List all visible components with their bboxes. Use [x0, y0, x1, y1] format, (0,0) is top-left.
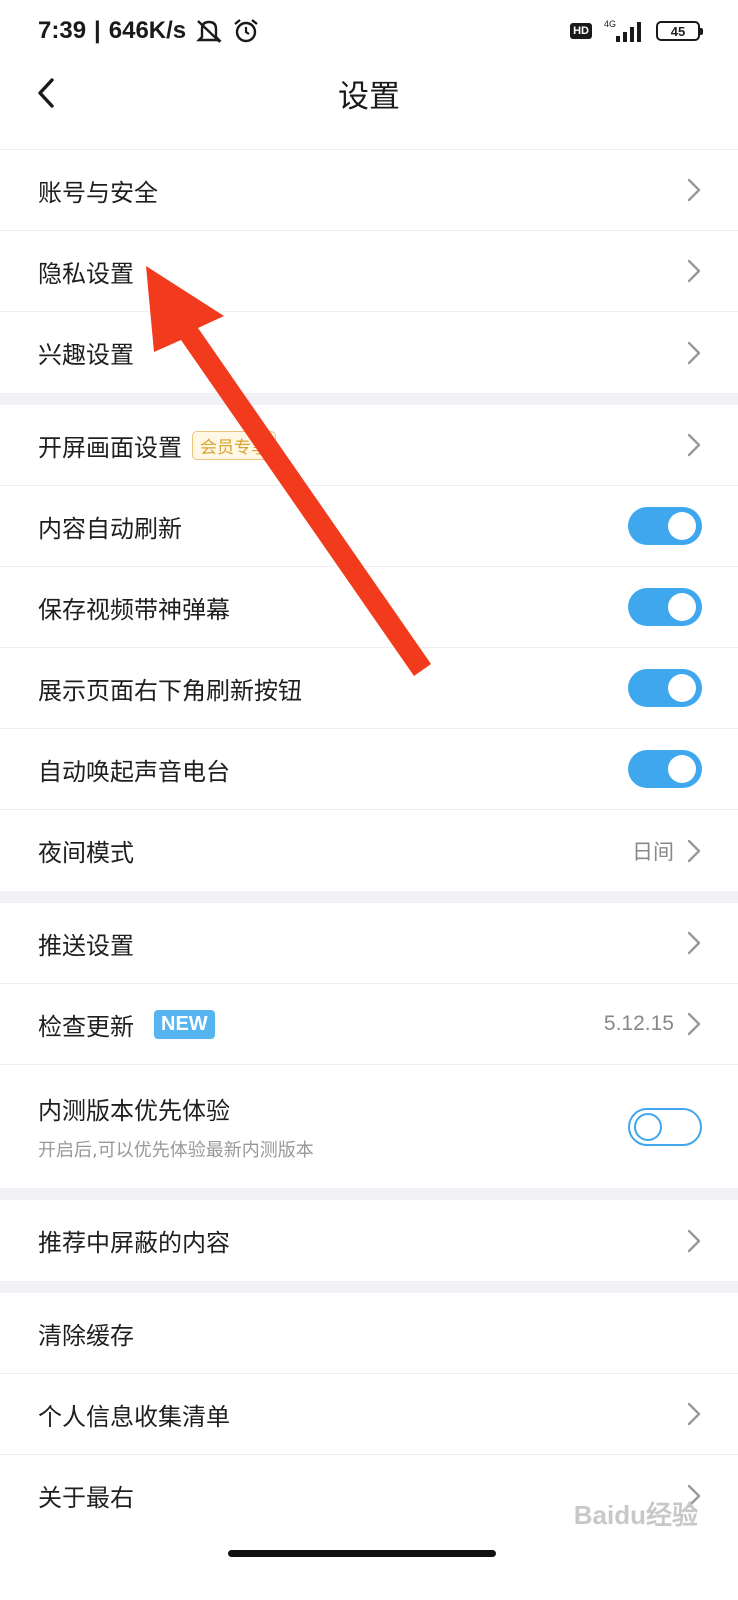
beta-text: 内测版本优先体验 开启后,可以优先体验最新内测版本	[38, 1091, 628, 1162]
network-label: 4G	[604, 19, 616, 29]
row-account-security[interactable]: 账号与安全	[0, 150, 738, 231]
section-gap	[0, 891, 738, 903]
section-updates: 推送设置 检查更新 NEW 5.12.15 内测版本优先体验 开启后,可以优先体…	[0, 903, 738, 1188]
show-refresh-toggle[interactable]	[628, 669, 702, 707]
battery-level: 45	[670, 23, 686, 39]
row-beta-program: 内测版本优先体验 开启后,可以优先体验最新内测版本	[0, 1065, 738, 1188]
section-blocked: 推荐中屏蔽的内容	[0, 1200, 738, 1281]
row-label: 内测版本优先体验	[38, 1097, 230, 1125]
row-label: 开屏画面设置	[38, 433, 182, 462]
night-mode-value: 日间	[632, 840, 674, 864]
row-label: 隐私设置	[38, 259, 134, 288]
status-left: 7:39 | 646K/s	[38, 17, 260, 45]
chevron-right-icon	[687, 1012, 701, 1036]
home-indicator[interactable]	[228, 1550, 496, 1557]
chevron-right-icon	[687, 839, 701, 862]
chevron-right-icon	[687, 1229, 701, 1252]
row-auto-radio: 自动唤起声音电台	[0, 729, 738, 810]
row-interest-settings[interactable]: 兴趣设置	[0, 312, 738, 393]
row-auto-refresh: 内容自动刷新	[0, 486, 738, 567]
nav-header: 设置	[0, 62, 738, 124]
auto-refresh-toggle[interactable]	[628, 507, 702, 545]
row-label: 兴趣设置	[38, 341, 134, 369]
status-right: HD 4G 45	[570, 18, 703, 44]
chevron-right-icon	[687, 178, 701, 202]
new-badge: NEW	[154, 1009, 215, 1039]
version-value: 5.12.15	[603, 1012, 674, 1035]
row-label: 清除缓存	[38, 1321, 134, 1350]
baidu-watermark: Baidu经验	[573, 1500, 698, 1530]
status-divider: |	[94, 17, 101, 44]
header-spacer	[0, 124, 738, 150]
hd-badge: HD	[570, 23, 592, 39]
row-label: 检查更新	[38, 1012, 134, 1041]
auto-radio-toggle[interactable]	[628, 750, 702, 788]
row-label: 内容自动刷新	[38, 514, 182, 543]
section-gap	[0, 1281, 738, 1293]
chevron-right-icon	[687, 433, 701, 457]
chevron-right-icon	[687, 259, 701, 283]
chevron-right-icon	[687, 341, 701, 364]
status-bar: 7:39 | 646K/s HD 4G 45	[0, 0, 738, 62]
chevron-right-icon	[687, 1402, 701, 1426]
row-personal-info-list[interactable]: 个人信息收集清单	[0, 1374, 738, 1455]
status-time: 7:39	[38, 17, 87, 44]
row-label: 保存视频带神弹幕	[38, 595, 230, 624]
section-account: 账号与安全 隐私设置 兴趣设置	[0, 150, 738, 393]
row-label: 推送设置	[38, 931, 134, 960]
row-save-danmaku: 保存视频带神弹幕	[0, 567, 738, 648]
save-danmaku-toggle[interactable]	[628, 588, 702, 626]
row-privacy-settings[interactable]: 隐私设置	[0, 231, 738, 312]
row-label: 自动唤起声音电台	[38, 757, 230, 786]
row-label: 展示页面右下角刷新按钮	[38, 676, 302, 705]
row-clear-cache[interactable]: 清除缓存	[0, 1293, 738, 1374]
row-push-settings[interactable]: 推送设置	[0, 903, 738, 984]
section-display: 开屏画面设置 会员专享 内容自动刷新 保存视频带神弹幕 展示页面右下角刷新按钮 …	[0, 405, 738, 891]
section-gap	[0, 393, 738, 405]
chevron-right-icon	[687, 931, 701, 955]
row-label: 夜间模式	[38, 839, 134, 867]
row-night-mode[interactable]: 夜间模式 日间	[0, 810, 738, 891]
signal-icon: 4G	[604, 19, 641, 42]
row-label: 账号与安全	[38, 178, 158, 207]
row-label: 推荐中屏蔽的内容	[38, 1229, 230, 1257]
row-splash-settings[interactable]: 开屏画面设置 会员专享	[0, 405, 738, 486]
vip-badge: 会员专享	[192, 430, 276, 460]
row-check-update[interactable]: 检查更新 NEW 5.12.15	[0, 984, 738, 1065]
status-speed: 646K/s	[108, 17, 187, 44]
alarm-icon	[234, 19, 258, 43]
mute-icon	[196, 20, 223, 43]
row-blocked-content[interactable]: 推荐中屏蔽的内容	[0, 1200, 738, 1281]
row-show-refresh-button: 展示页面右下角刷新按钮	[0, 648, 738, 729]
beta-description: 开启后,可以优先体验最新内测版本	[38, 1140, 314, 1161]
battery-icon: 45	[656, 21, 703, 41]
page-title: 设置	[338, 78, 400, 115]
beta-toggle[interactable]	[628, 1107, 702, 1146]
back-icon[interactable]	[30, 76, 64, 110]
row-label: 个人信息收集清单	[38, 1402, 230, 1431]
section-gap	[0, 1188, 738, 1200]
